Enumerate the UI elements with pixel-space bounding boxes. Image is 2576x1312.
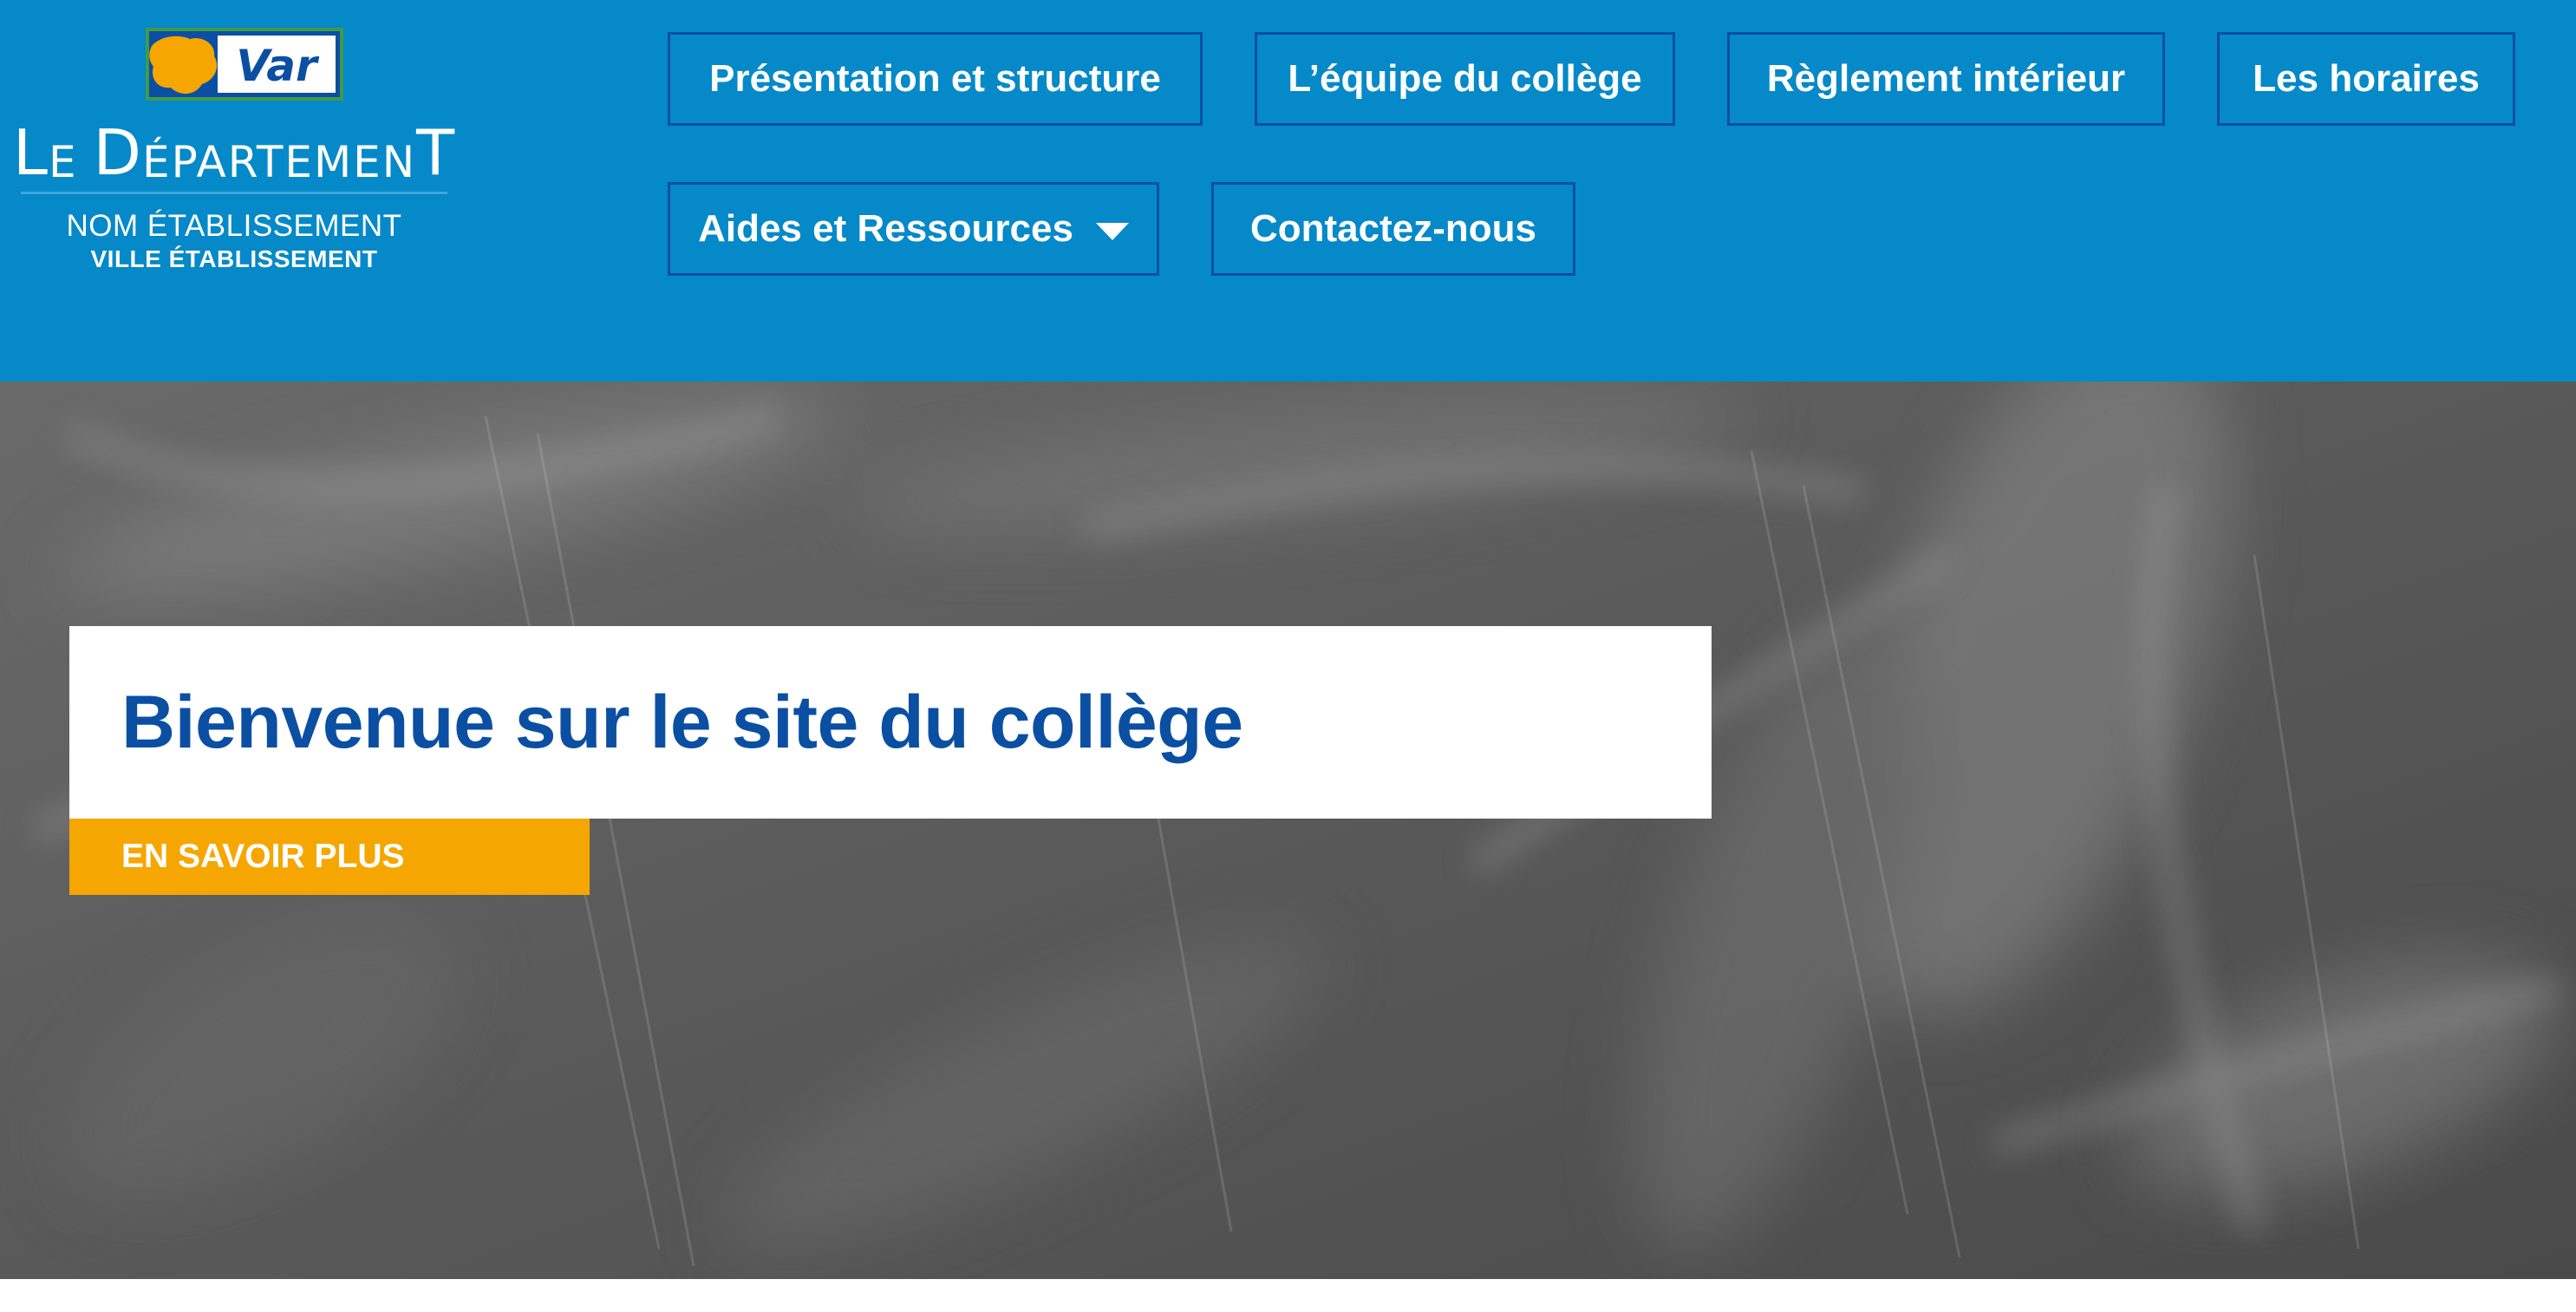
- page: Var LE D ÉPARTEMEN T NOM ÉTABLISSEMENT VIL…: [0, 0, 2576, 1312]
- learn-more-button[interactable]: EN SAVOIR PLUS: [69, 819, 590, 895]
- nav-item-contact[interactable]: Contactez-nous: [1211, 182, 1575, 276]
- nav-item-label: Les horaires: [2253, 57, 2480, 100]
- nav-item-label: Présentation et structure: [709, 57, 1161, 100]
- hero-title: Bienvenue sur le site du collège: [121, 680, 1243, 764]
- nav-item-label: Règlement intérieur: [1766, 57, 2126, 100]
- brand-home-link[interactable]: Var LE D ÉPARTEMEN T NOM ÉTABLISSEMENT VIL…: [12, 24, 456, 284]
- department-wordmark: LE D ÉPARTEMEN T: [12, 116, 456, 189]
- nav-item-label: L’équipe du collège: [1288, 57, 1642, 100]
- var-logo-icon: Var: [146, 28, 343, 101]
- nav-item-aides-ressources[interactable]: Aides et Ressources: [668, 182, 1159, 276]
- chevron-down-icon[interactable]: [1095, 223, 1129, 240]
- brand-divider: [21, 192, 447, 194]
- hero-title-card: Bienvenue sur le site du collège: [69, 626, 1712, 819]
- nav-item-presentation[interactable]: Présentation et structure: [668, 32, 1203, 126]
- school-name: NOM ÉTABLISSEMENT: [66, 209, 402, 243]
- site-header: Var LE D ÉPARTEMEN T NOM ÉTABLISSEMENT VIL…: [0, 0, 2576, 382]
- school-city: VILLE ÉTABLISSEMENT: [90, 245, 378, 272]
- nav-item-label: Contactez-nous: [1250, 207, 1536, 250]
- nav-item-reglement[interactable]: Règlement intérieur: [1727, 32, 2165, 126]
- nav-item-horaires[interactable]: Les horaires: [2217, 32, 2515, 126]
- svg-text:Var: Var: [236, 41, 320, 91]
- nav-item-equipe[interactable]: L’équipe du collège: [1255, 32, 1675, 126]
- nav-item-label: Aides et Ressources: [698, 207, 1073, 250]
- hero-banner: Bienvenue sur le site du collège EN SAVO…: [0, 382, 2576, 1279]
